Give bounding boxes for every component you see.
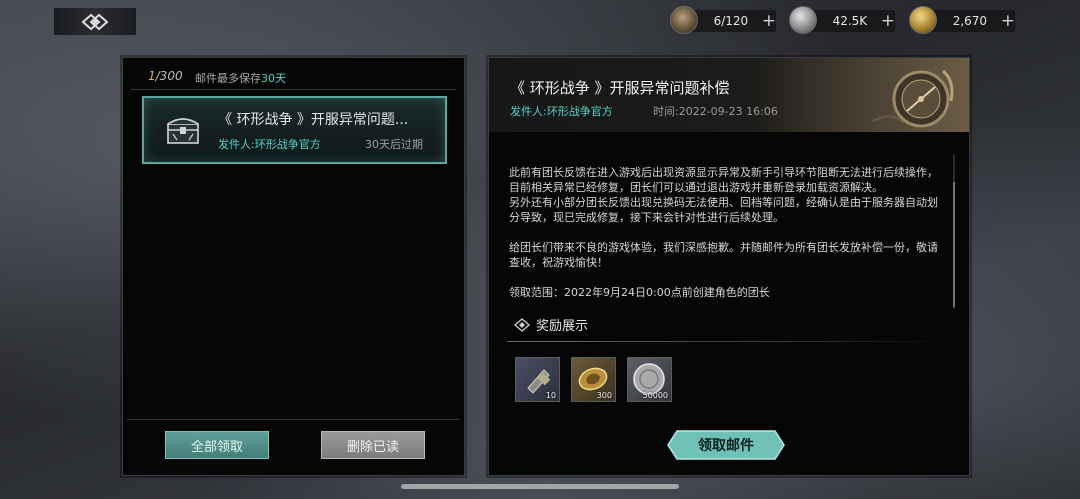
mail-item-title: 《 环形战争 》开服异常问题... bbox=[218, 112, 409, 128]
treasure-chest-icon bbox=[165, 114, 201, 146]
divider bbox=[507, 341, 949, 342]
mail-body-paragraph: 此前有团长反馈在进入游戏后出现资源显示异常及新手引导环节阻断无法进行后续操作，目… bbox=[509, 166, 938, 194]
divider bbox=[131, 89, 456, 90]
mail-detail-sender: 发件人:环形战争官方 bbox=[510, 105, 613, 118]
mail-item-sender: 发件人:环形战争官方 bbox=[218, 138, 321, 151]
resource-stamina: 6/120 + bbox=[670, 6, 776, 34]
reward-item-gold[interactable]: 300 bbox=[571, 357, 616, 402]
resource-gold: 2,670 + bbox=[909, 6, 1015, 34]
mail-body-paragraph: 领取范围：2022年9月24日0:00点前创建角色的团长 bbox=[509, 286, 770, 299]
mail-item-expiry: 30天后过期 bbox=[365, 138, 423, 151]
claim-mail-button[interactable]: 领取邮件 bbox=[667, 430, 785, 460]
collect-all-button[interactable]: 全部领取 bbox=[165, 431, 269, 459]
mail-detail-title: 《 环形战争 》开服异常问题补偿 bbox=[510, 79, 730, 97]
mail-body-paragraph: 另外还有小部分团长反馈出现兑换码无法使用、回档等问题，经确认是由于服务器自动划分… bbox=[509, 196, 938, 224]
mail-detail-panel: 《 环形战争 》开服异常问题补偿 发件人:环形战争官方 时间:2022-09-2… bbox=[488, 57, 970, 476]
mail-list-panel: 1/300 邮件最多保存30天 《 环形战争 》开服异常问题... 发件人:环形… bbox=[122, 57, 465, 476]
add-silver-button[interactable]: + bbox=[881, 12, 895, 30]
resource-silver: 42.5K + bbox=[789, 6, 895, 34]
mail-detail-time: 时间:2022-09-23 16:06 bbox=[653, 105, 778, 118]
mail-body-paragraph: 给团长们带来不良的游戏体验，我们深感抱歉。并随邮件为所有团长发放补偿一份，敬请查… bbox=[509, 241, 938, 269]
add-stamina-button[interactable]: + bbox=[762, 12, 776, 30]
mail-list-item[interactable]: 《 环形战争 》开服异常问题... 发件人:环形战争官方 30天后过期 bbox=[142, 96, 447, 164]
reward-qty: 50000 bbox=[642, 391, 668, 400]
divider bbox=[127, 419, 460, 420]
silver-value: 42.5K bbox=[832, 14, 868, 28]
gold-value: 2,670 bbox=[952, 14, 988, 28]
reward-heading: 奖励展示 bbox=[513, 315, 588, 334]
mail-storage-limit: 邮件最多保存30天 bbox=[195, 72, 286, 85]
diamond-icon bbox=[514, 317, 530, 332]
game-logo-icon bbox=[81, 13, 109, 30]
reward-item-silver[interactable]: 50000 bbox=[627, 357, 672, 402]
delete-read-button[interactable]: 删除已读 bbox=[321, 431, 425, 459]
reward-qty: 300 bbox=[596, 391, 612, 400]
silver-coin-icon bbox=[789, 6, 817, 34]
gold-coin-icon bbox=[909, 6, 937, 34]
stamina-value: 6/120 bbox=[713, 14, 749, 28]
mail-count: 1/300 bbox=[148, 69, 183, 83]
scrollbar-thumb[interactable] bbox=[953, 182, 955, 307]
compass-illustration-icon bbox=[872, 69, 954, 128]
add-gold-button[interactable]: + bbox=[1001, 12, 1015, 30]
back-button[interactable] bbox=[53, 7, 137, 36]
home-indicator[interactable] bbox=[401, 484, 679, 489]
mail-body: 此前有团长反馈在进入游戏后出现资源显示异常及新手引导环节阻断无法进行后续操作，目… bbox=[509, 165, 945, 300]
reward-qty: 10 bbox=[545, 391, 556, 400]
stamina-icon bbox=[670, 6, 698, 34]
reward-item-stamina[interactable]: 10 bbox=[515, 357, 560, 402]
